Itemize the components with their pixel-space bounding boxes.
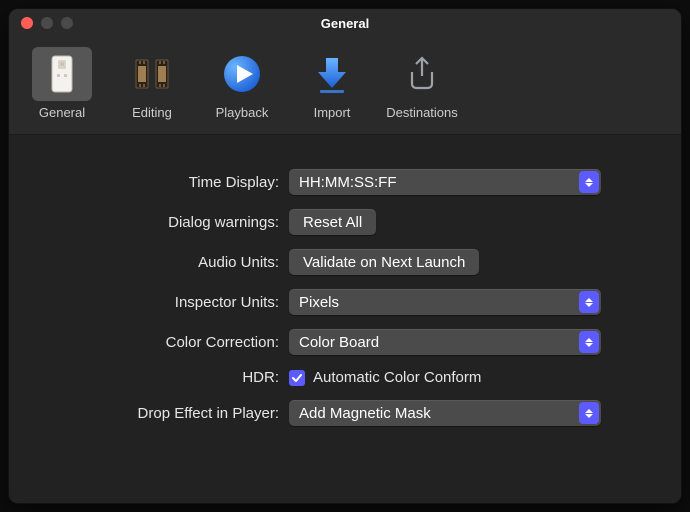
label-dialog-warnings: Dialog warnings: (29, 214, 289, 231)
toolbar-item-label: Playback (216, 105, 269, 120)
select-drop-effect[interactable]: Add Magnetic Mask (289, 400, 601, 426)
toolbar-item-playback[interactable]: Playback (197, 41, 287, 120)
select-value: Pixels (299, 294, 339, 311)
dropdown-stepper-icon (579, 331, 599, 353)
toolbar-item-editing[interactable]: Editing (107, 41, 197, 120)
label-color-correction: Color Correction: (29, 334, 289, 351)
select-inspector-units[interactable]: Pixels (289, 289, 601, 315)
select-color-correction[interactable]: Color Board (289, 329, 601, 355)
dropdown-stepper-icon (579, 291, 599, 313)
toolbar-item-label: General (39, 105, 85, 120)
toolbar: General Editing (9, 37, 681, 135)
select-value: Add Magnetic Mask (299, 405, 431, 422)
titlebar: General (9, 9, 681, 37)
destinations-icon (392, 47, 452, 101)
button-validate-audio[interactable]: Validate on Next Launch (289, 249, 479, 275)
button-label: Validate on Next Launch (303, 254, 465, 271)
checkbox-hdr-auto-conform[interactable] (289, 370, 305, 386)
label-audio-units: Audio Units: (29, 254, 289, 271)
playback-icon (212, 47, 272, 101)
editing-icon (122, 47, 182, 101)
label-drop-effect: Drop Effect in Player: (29, 405, 289, 422)
button-reset-all[interactable]: Reset All (289, 209, 376, 235)
preferences-window: General General (8, 8, 682, 504)
label-hdr: HDR: (29, 369, 289, 386)
toolbar-item-destinations[interactable]: Destinations (377, 41, 467, 120)
import-icon (302, 47, 362, 101)
label-time-display: Time Display: (29, 174, 289, 191)
button-label: Reset All (303, 214, 362, 231)
toolbar-item-import[interactable]: Import (287, 41, 377, 120)
toolbar-item-label: Editing (132, 105, 172, 120)
toolbar-item-label: Import (314, 105, 351, 120)
content-area: Time Display: HH:MM:SS:FF Dialog warning… (9, 135, 681, 503)
dropdown-stepper-icon (579, 402, 599, 424)
general-icon (32, 47, 92, 101)
select-value: HH:MM:SS:FF (299, 174, 397, 191)
close-window-button[interactable] (21, 17, 33, 29)
window-controls (9, 17, 73, 29)
zoom-window-button[interactable] (61, 17, 73, 29)
dropdown-stepper-icon (579, 171, 599, 193)
toolbar-item-general[interactable]: General (17, 41, 107, 120)
select-time-display[interactable]: HH:MM:SS:FF (289, 169, 601, 195)
checkbox-label: Automatic Color Conform (313, 369, 481, 386)
label-inspector-units: Inspector Units: (29, 294, 289, 311)
minimize-window-button[interactable] (41, 17, 53, 29)
select-value: Color Board (299, 334, 379, 351)
toolbar-item-label: Destinations (386, 105, 458, 120)
window-title: General (9, 16, 681, 31)
